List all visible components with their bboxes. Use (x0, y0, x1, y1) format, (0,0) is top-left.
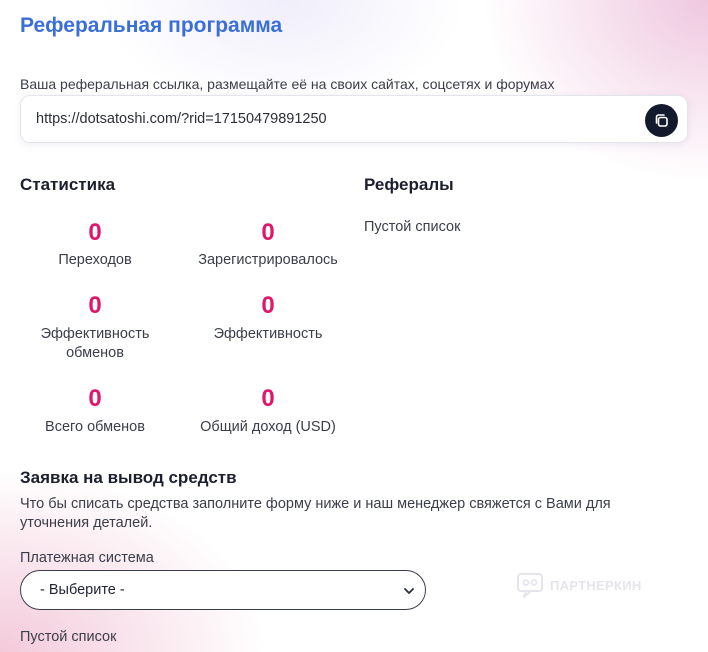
copy-link-button[interactable] (645, 104, 678, 137)
page-title: Реферальная программа (20, 14, 283, 37)
watermark: ПАРТНЕРКИН (516, 571, 642, 599)
payment-system-selected: - Выберите - (40, 582, 125, 598)
referrals-empty-text: Пустой список (364, 219, 461, 235)
stat-value-exchange-efficiency: 0 (88, 292, 102, 319)
stats-heading: Статистика (20, 175, 116, 194)
stat-value-total-exchanges: 0 (88, 385, 102, 412)
referral-link-field[interactable]: https://dotsatoshi.com/?rid=171504798912… (20, 95, 688, 143)
stat-value-total-income: 0 (261, 385, 275, 412)
referral-link-value[interactable]: https://dotsatoshi.com/?rid=171504798912… (36, 111, 327, 127)
stat-label-total-income: Общий доход (USD) (200, 419, 336, 435)
withdrawal-empty-text: Пустой список (20, 629, 117, 645)
payment-system-select[interactable]: - Выберите - (20, 570, 426, 610)
stat-value-efficiency: 0 (261, 292, 275, 319)
referral-link-caption: Ваша реферальная ссылка, размещайте её н… (20, 76, 555, 92)
stat-label-line: обменов (66, 345, 124, 361)
stat-label-clicks: Переходов (58, 252, 132, 268)
stat-label-registered: Зарегистрировалось (198, 252, 338, 268)
stat-label-exchange-efficiency: Эффективность обменов (10, 325, 180, 363)
chevron-down-icon (404, 588, 414, 594)
stat-value-clicks: 0 (88, 219, 102, 246)
stat-label-line: Эффективность (40, 326, 150, 342)
payment-system-label: Платежная система (20, 550, 154, 566)
watermark-text: ПАРТНЕРКИН (550, 577, 642, 593)
withdrawal-heading: Заявка на вывод средств (20, 468, 237, 487)
stat-label-efficiency: Эффективность (213, 326, 323, 342)
referrals-heading: Рефералы (364, 175, 454, 194)
watermark-logo-icon (517, 573, 543, 598)
copy-icon (655, 114, 668, 127)
stat-label-total-exchanges: Всего обменов (45, 419, 145, 435)
stat-value-registered: 0 (261, 219, 275, 246)
withdrawal-description: Что бы списать средства заполните форму … (20, 496, 611, 531)
